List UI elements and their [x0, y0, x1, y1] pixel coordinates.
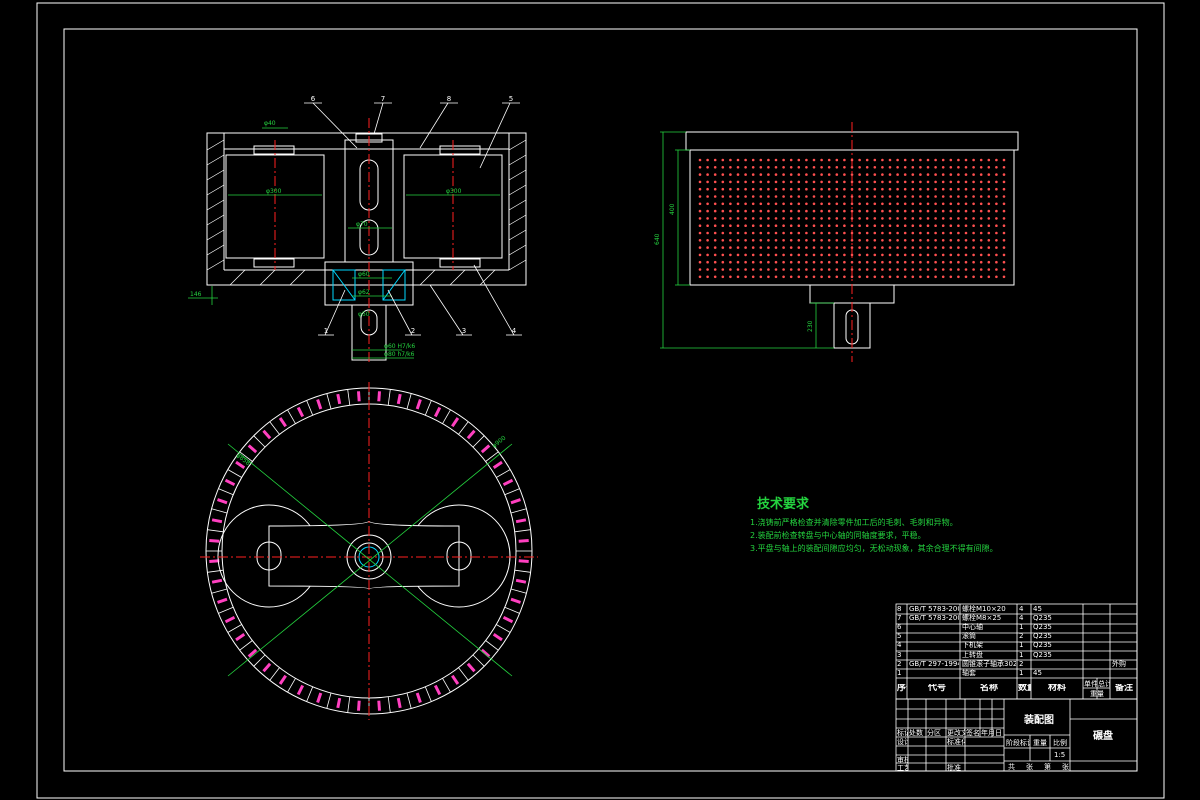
parts-row-5-material: Q235 — [1033, 632, 1052, 641]
tb-standardization: 标准化 — [947, 738, 965, 746]
parts-row-3-no: 3 — [897, 650, 902, 659]
parts-row-8-name: 螺栓M10×20 — [962, 605, 1006, 613]
tb-header-code: 代号 — [928, 684, 947, 692]
parts-row-2-note: 外购 — [1112, 659, 1126, 668]
tb-sign-mark: 标记 — [897, 729, 908, 737]
parts-row-7-code: GB/T 5783-2000 — [909, 614, 959, 623]
tb-sheet-unit-1: 张 — [1026, 763, 1033, 771]
parts-row-2-code: GB/T 297-1994 — [909, 659, 959, 668]
parts-row-1-qty: 1 — [1019, 668, 1024, 677]
tb-sheet-unit-2: 张 — [1062, 763, 1069, 771]
parts-row-7-no: 7 — [897, 614, 902, 623]
tb-sign-signature: 签名 — [966, 729, 980, 737]
parts-row-6-name: 中心轴 — [962, 623, 983, 632]
parts-row-8-material: 45 — [1033, 605, 1042, 613]
tb-role-approve: 批准 — [947, 764, 961, 772]
parts-row-1-no: 1 — [897, 668, 902, 677]
parts-row-8-no: 8 — [897, 605, 902, 613]
parts-row-6-qty: 1 — [1019, 623, 1024, 632]
tb-sheet-number: 第 — [1044, 763, 1051, 771]
parts-row-5-no: 5 — [897, 632, 902, 641]
parts-row-3-material: Q235 — [1033, 650, 1052, 659]
parts-row-3-name: 上转盘 — [962, 650, 983, 659]
drawing-title: 装配图 — [1024, 715, 1054, 726]
tb-role-review: 审核 — [897, 756, 908, 764]
tb-header-material: 材料 — [1048, 684, 1067, 692]
tb-header-no: 序号 — [897, 684, 907, 692]
parts-row-5-name: 滚筒 — [962, 632, 976, 641]
parts-row-1-name: 轴套 — [962, 668, 976, 677]
parts-row-6-material: Q235 — [1033, 623, 1052, 632]
tb-role-process: 工艺 — [897, 764, 908, 772]
tb-sheet-total: 共 — [1008, 763, 1015, 771]
parts-row-2-no: 2 — [897, 659, 902, 668]
parts-row-6-no: 6 — [897, 623, 902, 632]
tb-stage-mark: 阶段标记 — [1006, 739, 1030, 747]
parts-row-7-name: 螺栓M8×25 — [962, 614, 1002, 623]
parts-row-5-qty: 2 — [1019, 632, 1024, 641]
tb-sign-date: 年月日 — [981, 729, 1002, 737]
title-block-grid — [895, 603, 1138, 772]
parts-row-4-no: 4 — [897, 641, 902, 650]
parts-row-4-qty: 1 — [1019, 641, 1024, 650]
tb-header-name: 名称 — [980, 684, 999, 692]
parts-row-7-material: Q235 — [1033, 614, 1052, 623]
tb-header-total-weight: 总计 — [1098, 680, 1110, 688]
parts-row-2-name: 圆锥滚子轴承30206 — [962, 659, 1016, 668]
parts-row-8-code: GB/T 5783-2000 — [909, 605, 959, 613]
tb-header-unit-weight: 单件 — [1084, 680, 1097, 688]
parts-row-4-name: 下机架 — [962, 641, 983, 650]
parts-row-4-material: Q235 — [1033, 641, 1052, 650]
parts-row-7-qty: 4 — [1019, 614, 1024, 623]
drawing-name: 碾盘 — [1093, 731, 1113, 742]
tb-header-qty: 数量 — [1018, 684, 1031, 692]
tb-stage-weight: 重量 — [1033, 739, 1047, 747]
tb-header-weight: 重量 — [1090, 690, 1104, 698]
tb-scale-value: 1:5 — [1054, 751, 1066, 759]
tb-sign-change-doc: 更改文件号 — [947, 729, 965, 737]
parts-row-2-qty: 2 — [1019, 659, 1024, 668]
parts-row-8-qty: 4 — [1019, 605, 1024, 613]
tb-role-design: 设计 — [897, 738, 908, 746]
tb-sign-zone: 分区 — [927, 729, 941, 737]
parts-row-3-qty: 1 — [1019, 650, 1024, 659]
tb-stage-scale: 比例 — [1053, 739, 1067, 747]
parts-row-1-material: 45 — [1033, 668, 1042, 677]
tb-sign-count: 处数 — [909, 729, 923, 737]
tb-header-note: 备注 — [1115, 684, 1134, 692]
